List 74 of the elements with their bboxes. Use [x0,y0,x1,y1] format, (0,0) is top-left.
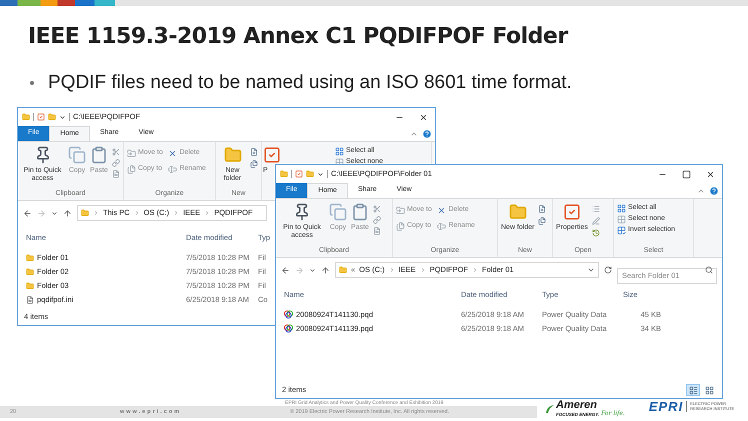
history-icon[interactable] [592,229,600,237]
search-icon [705,266,713,274]
recent-locations-icon[interactable] [51,210,58,216]
separator-chevron-icon [93,210,99,216]
recent-locations-icon[interactable] [309,266,316,274]
folder-icon [26,268,34,276]
new-item-icon[interactable] [250,148,258,156]
ameren-logo-text: Ameren [556,400,598,411]
easy-access-icon[interactable] [250,160,258,168]
folder-arrow-icon [127,148,136,158]
delete-icon [437,206,446,214]
tiles-grid-icon [704,386,714,394]
properties-icon[interactable] [295,170,303,178]
rename-icon [168,164,178,174]
folder-icon [280,170,288,178]
clipboard-icon [90,146,108,164]
caret-icon[interactable] [59,114,66,120]
back-arrow-icon[interactable] [281,266,290,274]
select-all-icon [617,204,626,212]
bullet-text: PQDIF files need to be named using an ISO 8601 time format. [48,71,572,95]
folder-icon [339,266,347,274]
new-item-icon[interactable] [538,205,546,213]
separator-chevron-icon [204,210,210,216]
copy-icon [329,203,347,221]
separator-chevron-icon [173,210,180,216]
details-list-icon [688,386,698,394]
paste-shortcut-icon[interactable] [112,170,120,178]
easy-access-icon[interactable] [538,217,546,225]
pin-icon [293,203,311,221]
checkmark-page-icon [263,146,281,164]
folder-icon [81,209,89,217]
close-icon [706,170,714,178]
invert-selection-icon [617,226,626,234]
separator-chevron-icon [134,210,140,216]
up-arrow-icon[interactable] [321,266,330,274]
select-none-icon [617,214,626,224]
copy-path-icon[interactable] [112,159,120,167]
edit-icon[interactable] [592,217,600,225]
up-arrow-icon[interactable] [63,208,72,218]
delete-icon [168,148,178,158]
swoosh-icon [545,404,555,414]
folder-icon [224,146,242,164]
paste-shortcut-icon[interactable] [373,227,381,235]
close-icon [418,112,428,122]
maximize-icon [682,170,690,178]
clipboard-icon [351,203,369,221]
folder-icon [26,254,34,262]
help-icon[interactable] [422,128,432,138]
separator-chevron-icon [472,267,478,273]
separator-chevron-icon [388,267,395,273]
files-icon [396,222,405,230]
scissors-icon[interactable] [112,148,120,156]
settings-file-icon [26,296,34,304]
details-view-button[interactable] [686,384,700,396]
dropdown-caret-icon[interactable] [587,266,595,274]
help-icon[interactable] [709,186,719,196]
folder-icon [508,203,527,221]
folder-icon [22,113,30,121]
properties-icon[interactable] [37,113,45,121]
slide-title: IEEE 1159.3-2019 Annex C1 PQDIFPOF Folder [28,23,570,51]
checkmark-page-icon [562,203,581,221]
epri-logo-text: EPRI [648,398,684,416]
folder-arrow-icon [396,206,405,214]
back-arrow-icon[interactable] [23,208,32,218]
separator-chevron-icon [420,267,426,273]
caret-icon[interactable] [317,170,324,178]
refresh-icon[interactable] [604,266,612,274]
rename-icon [437,222,446,230]
select-all-icon [335,146,344,156]
scissors-icon[interactable] [373,205,381,213]
files-icon [127,164,136,174]
copy-path-icon[interactable] [373,216,381,224]
copy-icon [68,146,86,164]
folder-icon [26,282,34,290]
